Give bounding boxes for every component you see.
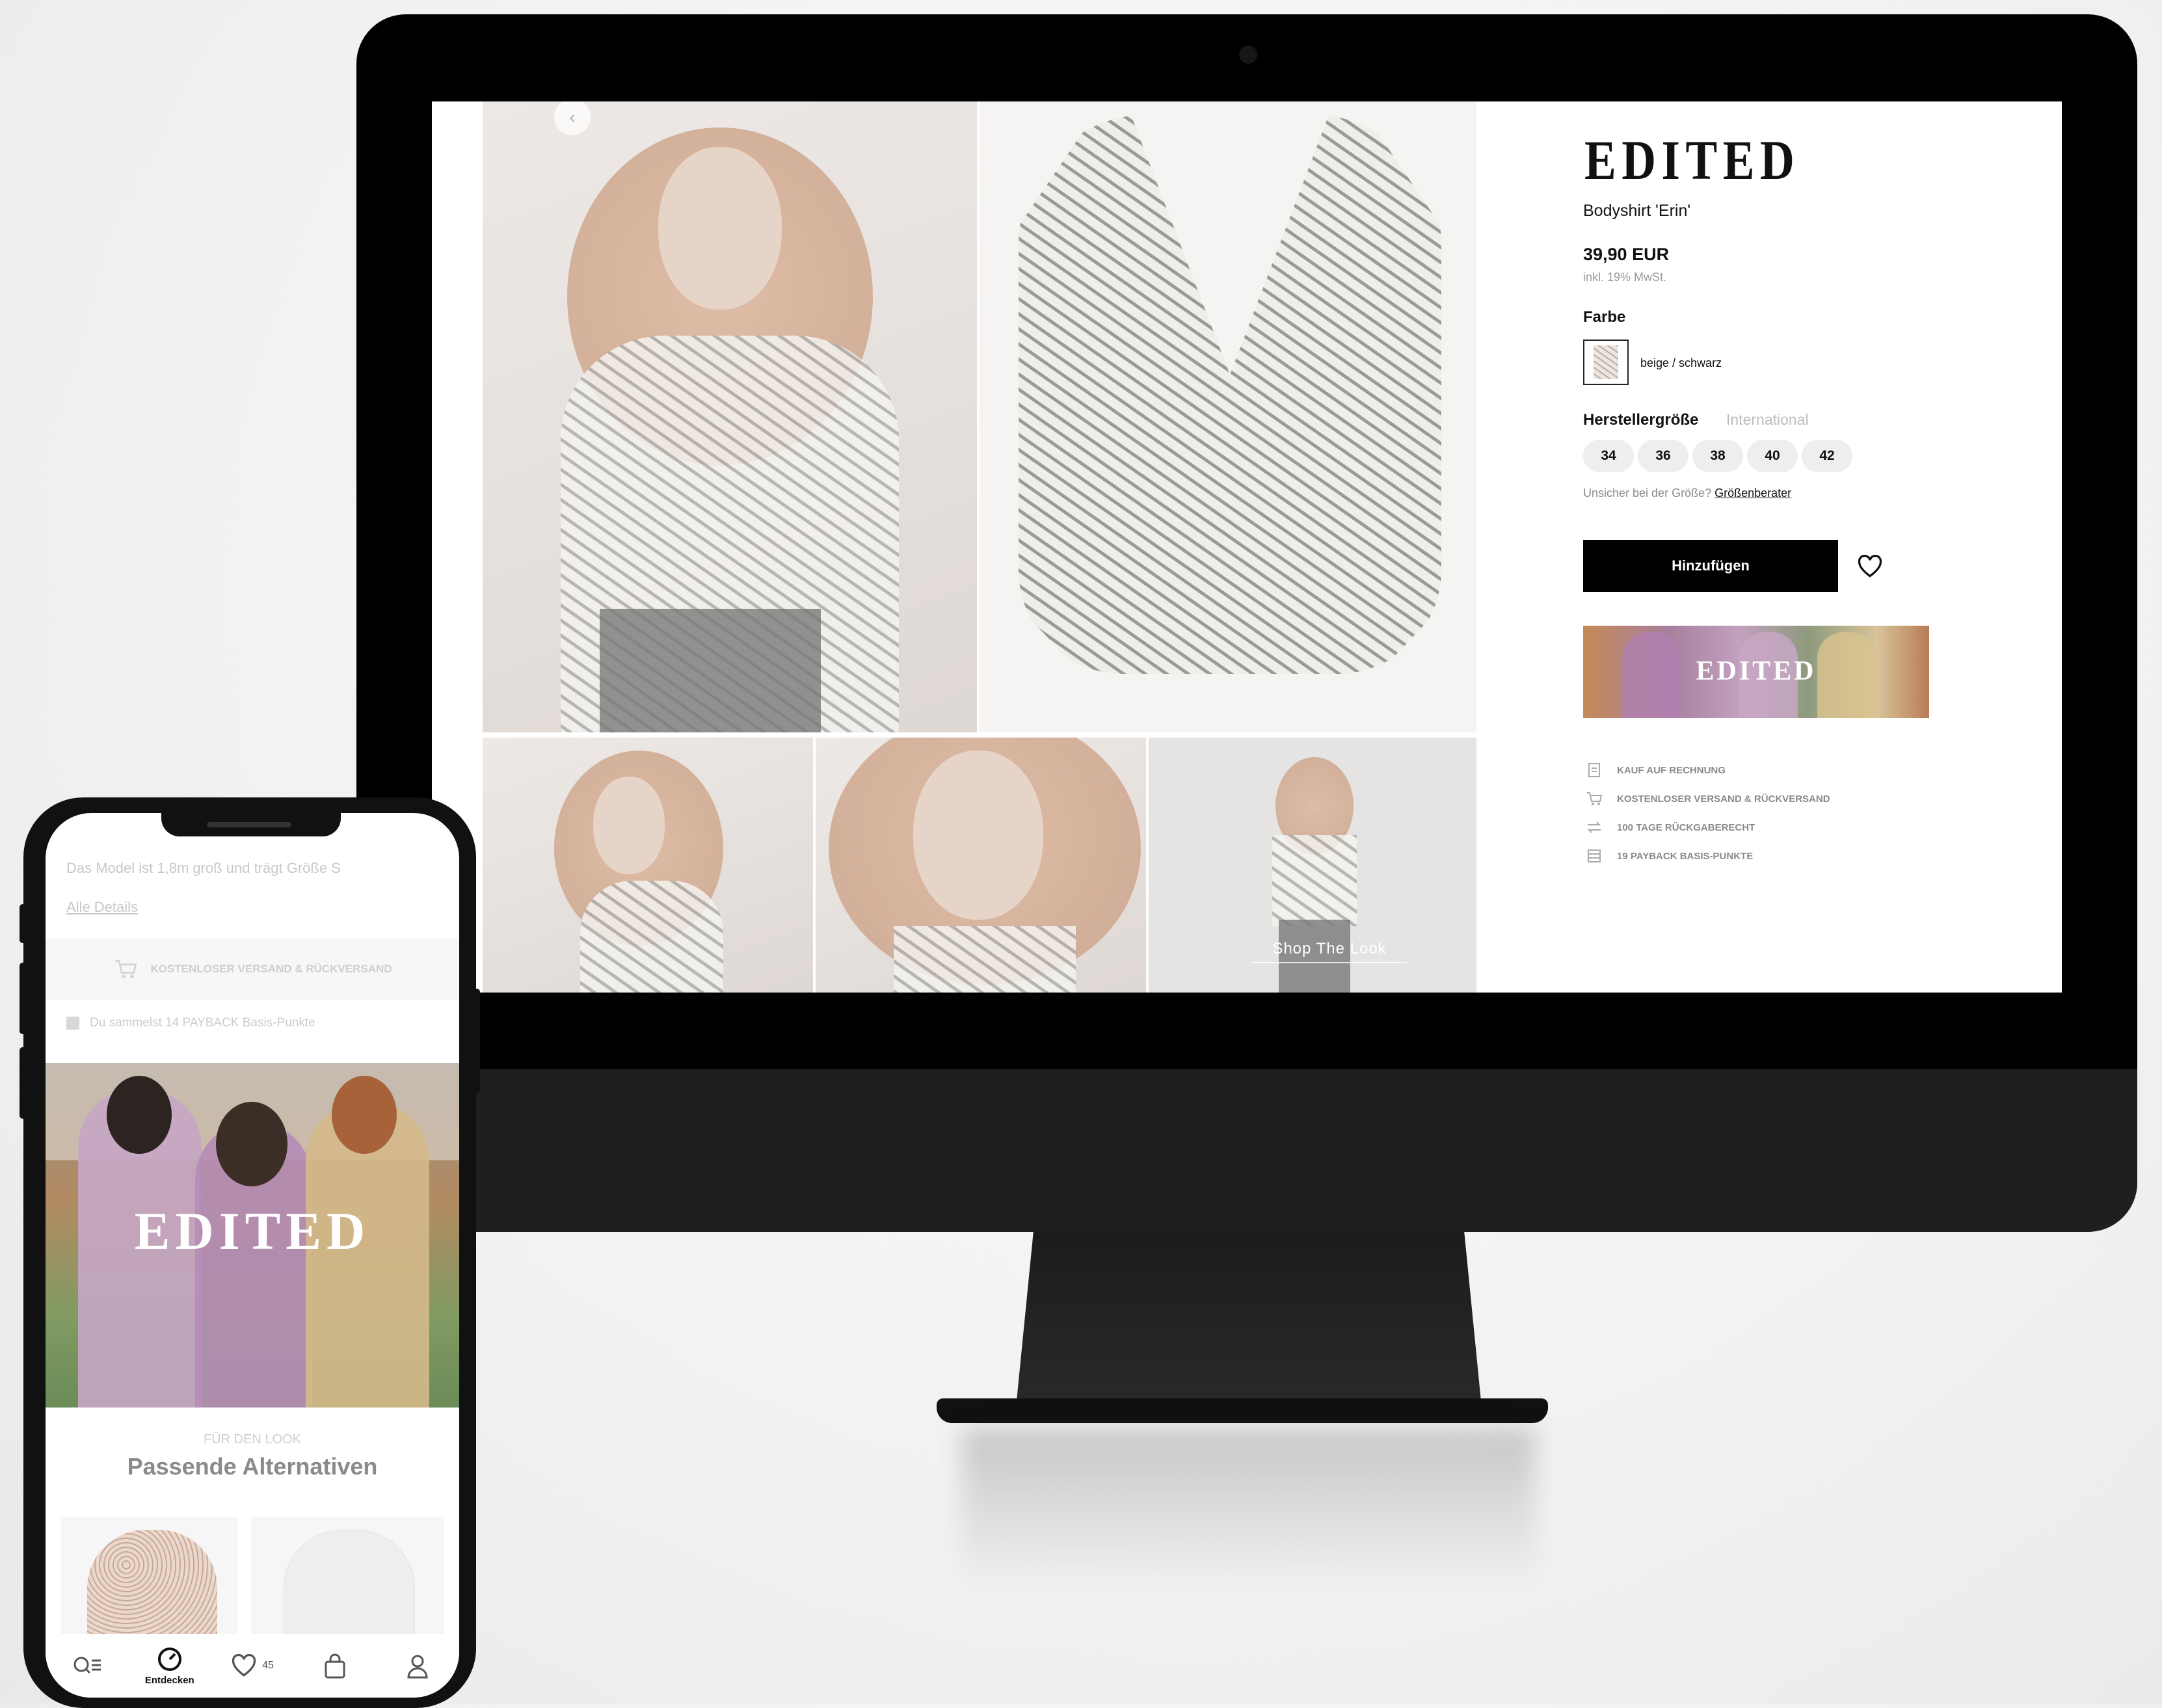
product-image-model[interactable]: ‹	[483, 101, 977, 732]
phone-speaker	[207, 822, 291, 827]
brand-promo-banner[interactable]: EDITED	[1583, 626, 1929, 718]
compass-icon	[157, 1647, 181, 1671]
shipping-banner: KOSTENLOSER VERSAND & RÜCKVERSAND	[46, 938, 459, 1000]
tab-account[interactable]	[382, 1653, 453, 1679]
phone-side-button	[20, 904, 26, 943]
user-icon	[407, 1655, 428, 1679]
benefit-label: 19 PAYBACK BASIS-PUNKTE	[1617, 850, 1754, 862]
product-thumbnail[interactable]	[483, 738, 813, 993]
look-title: Passende Alternativen	[127, 1453, 378, 1480]
shopping-bag-icon	[325, 1653, 345, 1679]
product-image-packshot[interactable]	[980, 101, 1476, 732]
heart-icon	[232, 1654, 256, 1677]
phone-power-button	[474, 989, 480, 1093]
benefit-label: KAUF AUF RECHNUNG	[1617, 764, 1726, 776]
cart-icon	[1583, 791, 1605, 807]
phone-notch	[161, 807, 341, 836]
benefit-label: KOSTENLOSER VERSAND & RÜCKVERSAND	[1617, 793, 1830, 805]
payback-info: Du sammelst 14 PAYBACK Basis-Punkte	[66, 1016, 315, 1030]
benefit-invoice: KAUF AUF RECHNUNG	[1583, 762, 1726, 778]
size-option[interactable]: 40	[1747, 440, 1798, 472]
size-tab-manufacturer[interactable]: Herstellergröße	[1583, 411, 1698, 429]
size-option[interactable]: 42	[1802, 440, 1852, 472]
payback-text: Du sammelst 14 PAYBACK Basis-Punkte	[90, 1016, 315, 1030]
promo-brand-word: EDITED	[1696, 656, 1817, 686]
shipping-text: KOSTENLOSER VERSAND & RÜCKVERSAND	[150, 963, 392, 975]
alternative-product-card[interactable]	[251, 1517, 444, 1634]
all-details-link[interactable]: Alle Details	[66, 899, 138, 916]
heart-icon	[1858, 555, 1882, 578]
add-to-cart-button[interactable]: Hinzufügen	[1583, 540, 1838, 592]
search-menu-icon	[73, 1657, 101, 1674]
desktop-screen: ‹ Shop The Look EDITED Bodyshirt 'Erin' …	[432, 101, 2062, 993]
tab-cart[interactable]	[299, 1653, 371, 1679]
wishlist-count: 45	[262, 1660, 274, 1671]
monitor-stand	[1015, 1232, 1483, 1421]
invoice-icon	[1583, 762, 1605, 778]
size-tab-international[interactable]: International	[1726, 411, 1809, 429]
tab-wishlist[interactable]: 45	[217, 1654, 288, 1677]
product-name: Bodyshirt 'Erin'	[1583, 202, 1691, 220]
product-price: 39,90 EUR	[1583, 245, 1670, 264]
size-hint-text: Unsicher bei der Größe?	[1583, 487, 1712, 500]
phone-side-button	[20, 963, 26, 1034]
brand-hero-banner[interactable]: EDITED	[46, 1063, 459, 1408]
wishlist-button[interactable]	[1854, 550, 1886, 583]
size-option[interactable]: 38	[1692, 440, 1743, 472]
color-name: beige / schwarz	[1640, 356, 1722, 369]
hero-brand-word: EDITED	[134, 1201, 371, 1261]
tab-bar: Entdecken 45	[46, 1634, 459, 1698]
product-thumbnail[interactable]	[816, 738, 1146, 993]
color-label: Farbe	[1583, 308, 1626, 326]
payback-icon	[66, 1017, 79, 1030]
benefit-payback: 19 PAYBACK BASIS-PUNKTE	[1583, 848, 1753, 864]
size-option[interactable]: 34	[1583, 440, 1634, 472]
tax-note: inkl. 19% MwSt.	[1583, 271, 1667, 284]
monitor-chin	[356, 1069, 2137, 1232]
camera-icon	[1239, 46, 1257, 64]
shop-the-look-link[interactable]: Shop The Look	[1251, 940, 1408, 963]
mobile-screen: Das Model ist 1,8m groß und trägt Größe …	[46, 813, 459, 1698]
model-info: Das Model ist 1,8m groß und trägt Größe …	[66, 860, 341, 876]
benefit-label: 100 TAGE RÜCKGABERECHT	[1617, 821, 1755, 833]
benefit-returns: 100 TAGE RÜCKGABERECHT	[1583, 820, 1755, 835]
benefit-shipping: KOSTENLOSER VERSAND & RÜCKVERSAND	[1583, 791, 1830, 807]
look-kicker: FÜR DEN LOOK	[203, 1432, 302, 1447]
color-swatch[interactable]	[1583, 340, 1629, 385]
swap-arrows-icon	[1583, 820, 1605, 835]
tab-discover-label: Entdecken	[144, 1674, 194, 1686]
size-advisor-link[interactable]: Größenberater	[1715, 487, 1791, 500]
cart-icon	[115, 959, 137, 979]
size-option[interactable]: 36	[1638, 440, 1688, 472]
tab-search[interactable]	[51, 1655, 123, 1677]
monitor-stand-base	[937, 1398, 1548, 1423]
brand-logo[interactable]: EDITED	[1584, 127, 1800, 193]
stand-shadow	[963, 1428, 1535, 1584]
tab-discover[interactable]: Entdecken	[134, 1646, 206, 1686]
phone-side-button	[20, 1047, 26, 1119]
payback-icon	[1583, 848, 1605, 864]
size-hint: Unsicher bei der Größe? Größenberater	[1583, 487, 1791, 500]
alternative-product-card[interactable]	[61, 1517, 238, 1634]
chevron-left-icon: ‹	[569, 107, 576, 127]
